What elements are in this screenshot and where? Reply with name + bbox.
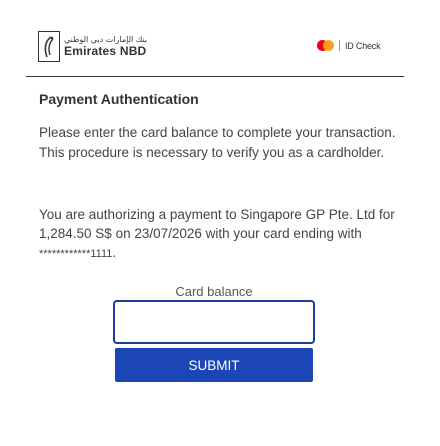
authorization-text: You are authorizing a payment to Singapo… (39, 205, 409, 264)
bank-logo: بنك الإمارات دبي الوطني Emirates NBD (38, 31, 147, 62)
header-divider (26, 76, 404, 77)
authorization-suffix: . (112, 245, 117, 260)
id-check-logo: ID Check (317, 40, 381, 51)
payment-auth-page: بنك الإمارات دبي الوطني Emirates NBD ID … (0, 0, 440, 446)
emirates-nbd-emblem-icon (38, 31, 60, 62)
authorization-prefix: You are authorizing a payment to Singapo… (39, 207, 395, 241)
masked-card-number: ************1111 (39, 248, 113, 260)
submit-button[interactable]: SUBMIT (115, 348, 313, 382)
mastercard-logo-icon (317, 40, 334, 51)
card-balance-input[interactable] (113, 300, 315, 344)
bank-name: Emirates NBD (64, 44, 147, 58)
header: بنك الإمارات دبي الوطني Emirates NBD ID … (0, 0, 440, 78)
card-balance-label: Card balance (175, 284, 253, 299)
logo-separator (339, 40, 340, 51)
page-title: Payment Authentication (39, 91, 199, 107)
instruction-text: Please enter the card balance to complet… (39, 125, 396, 160)
id-check-label: ID Check (345, 40, 381, 51)
